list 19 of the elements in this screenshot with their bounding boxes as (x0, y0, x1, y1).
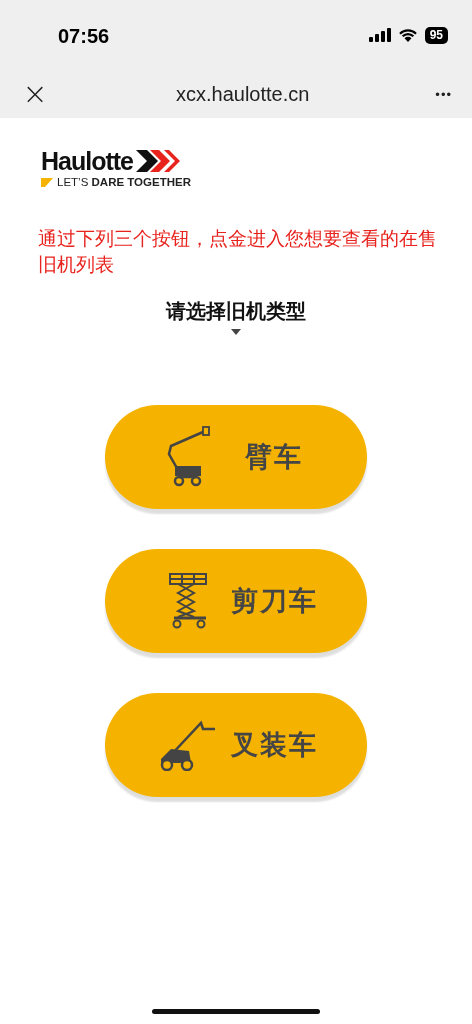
wifi-icon (397, 28, 418, 42)
flag-icon (41, 177, 53, 187)
dropdown-caret-icon (231, 329, 241, 335)
machine-type-button[interactable]: 叉装车 (105, 693, 367, 797)
chevron-icon (136, 150, 180, 172)
brand-name: Haulotte (41, 148, 133, 174)
battery-level: 95 (424, 26, 448, 44)
machine-type-button[interactable]: 臂车 (105, 405, 367, 509)
section-heading: 请选择旧机类型 (164, 299, 307, 324)
more-button[interactable]: ••• (435, 86, 452, 102)
machine-type-button[interactable]: 剪刀车 (105, 549, 367, 653)
brand-tagline: LET’S DARE TOGETHER (57, 176, 191, 188)
instruction-text: 通过下列三个按钮，点金进入您想要查看的在售旧机列表 (38, 227, 438, 277)
scissor-lift-icon (168, 573, 208, 629)
close-button[interactable]: × (20, 79, 50, 109)
boom-lift-icon (165, 426, 211, 488)
clock-time: 07:56 (58, 23, 111, 48)
signal-icon (368, 28, 391, 42)
page-url: xcx.haulotte.cn (174, 82, 311, 106)
